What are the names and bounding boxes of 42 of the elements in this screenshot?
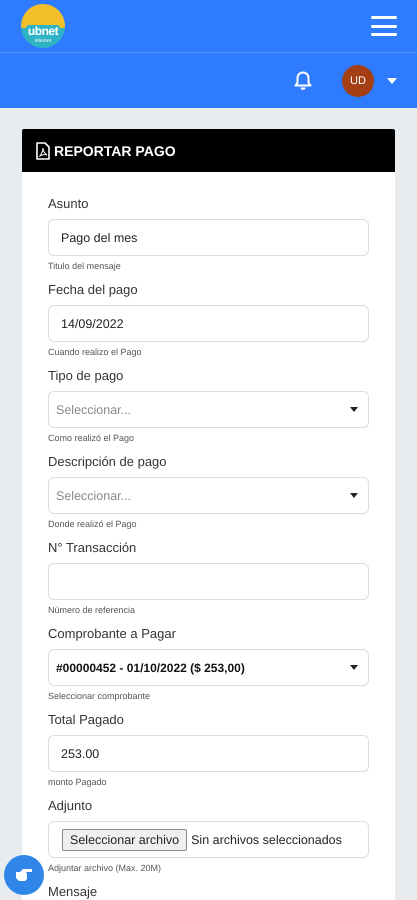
caret-icon xyxy=(350,665,358,670)
file-field[interactable]: Seleccionar archivo Sin archivos seleccionados xyxy=(48,821,369,858)
select-field[interactable]: #00000452 - 01/10/2022 ($ 253,00) xyxy=(48,649,369,686)
help-text: Cuando realizo el Pago xyxy=(48,347,143,358)
logo-title: ubnet xyxy=(26,25,60,38)
select-field[interactable]: Seleccionar... xyxy=(48,477,369,514)
user-avatar[interactable]: UD xyxy=(342,64,374,96)
field-label: Total Pagado xyxy=(48,712,125,728)
field-label: N° Transacción xyxy=(48,540,138,556)
help-text: Número de referencia xyxy=(48,605,136,616)
bell-icon[interactable] xyxy=(294,70,312,90)
field-label: Comprobante a Pagar xyxy=(48,626,177,642)
help-text: Adjuntar archivo (Max. 20M) xyxy=(48,863,162,874)
text-field[interactable]: Pago del mes xyxy=(48,219,369,256)
pdf-file-icon xyxy=(36,142,50,160)
help-text: Seleccionar comprobante xyxy=(48,691,152,702)
select-placeholder: Seleccionar... xyxy=(56,402,132,416)
help-text: Donde realizó el Pago xyxy=(48,519,138,530)
help-text: monto Pagado xyxy=(48,777,108,788)
selected-value: #00000452 - 01/10/2022 ($ 253,00) xyxy=(56,660,245,674)
caret-icon xyxy=(350,407,358,412)
help-text: Titulo del mensaje xyxy=(48,261,122,272)
text-field[interactable]: 253.00 xyxy=(48,735,369,772)
field-label: Descripción de pago xyxy=(48,454,168,470)
card-title: REPORTAR PAGO xyxy=(54,142,176,158)
caret-icon xyxy=(350,493,358,498)
field-label: Mensaje xyxy=(48,884,98,900)
select-field[interactable]: Seleccionar... xyxy=(48,391,369,428)
choose-file-button[interactable]: Seleccionar archivo xyxy=(62,828,188,850)
help-text: Como realizó el Pago xyxy=(48,433,136,444)
field-label: Tipo de pago xyxy=(48,368,124,384)
text-field[interactable] xyxy=(48,563,369,600)
help-button[interactable] xyxy=(4,855,44,895)
text-field[interactable]: 14/09/2022 xyxy=(48,305,369,342)
file-status: Sin archivos seleccionados xyxy=(191,832,342,846)
pointing-hand-icon xyxy=(15,868,33,882)
menu-icon[interactable] xyxy=(371,16,397,36)
field-label: Asunto xyxy=(48,196,90,212)
field-label: Fecha del pago xyxy=(48,282,139,298)
field-label: Adjunto xyxy=(48,798,94,814)
select-placeholder: Seleccionar... xyxy=(56,488,132,502)
caret-icon[interactable] xyxy=(387,78,397,84)
